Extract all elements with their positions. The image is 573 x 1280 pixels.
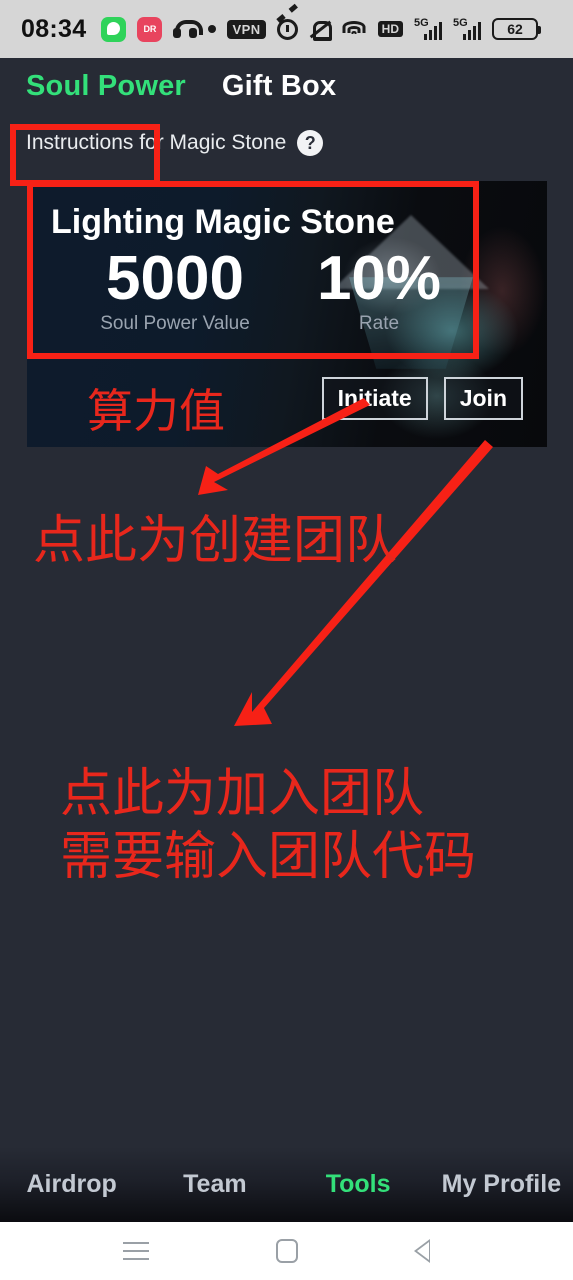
- battery-level-label: 62: [507, 21, 523, 37]
- dot-icon: [208, 25, 217, 33]
- annotation-text-join-team-line1: 点此为加入团队: [60, 764, 425, 824]
- phone-screen: 08:34 DR VPN HD 5G 5G 62 Soul Power Gift…: [0, 0, 573, 1280]
- hd-badge-icon: HD: [377, 21, 404, 37]
- alarm-icon: [276, 18, 298, 40]
- help-icon[interactable]: ?: [297, 130, 324, 156]
- wechat-icon: [101, 16, 127, 42]
- hd-badge-label: HD: [377, 21, 404, 37]
- tab-soul-power[interactable]: Soul Power: [26, 70, 186, 103]
- tab-gift-box[interactable]: Gift Box: [222, 70, 336, 103]
- wifi-icon: [342, 19, 367, 39]
- android-navigation-bar: [0, 1222, 573, 1280]
- nav-item-airdrop[interactable]: Airdrop: [0, 1170, 143, 1199]
- annotation-box-magic-stone-stats: [27, 181, 479, 359]
- red-app-icon: DR: [137, 16, 163, 42]
- home-icon[interactable]: [267, 1231, 307, 1271]
- annotation-text-create-team: 点此为创建团队: [33, 511, 398, 571]
- app-content: Soul Power Gift Box Instructions for Mag…: [0, 58, 573, 1222]
- top-tab-bar: Soul Power Gift Box: [26, 70, 336, 103]
- bell-muted-icon: [309, 18, 332, 41]
- join-button[interactable]: Join: [443, 377, 523, 420]
- status-bar-clock: 08:34: [20, 14, 87, 43]
- vpn-badge-icon: VPN: [227, 19, 266, 39]
- signal-icon-1: 5G: [414, 17, 443, 41]
- vpn-badge-label: VPN: [227, 19, 266, 39]
- nav-item-tools[interactable]: Tools: [287, 1170, 430, 1199]
- status-bar: 08:34 DR VPN HD 5G 5G 62: [0, 0, 573, 58]
- annotation-box-soul-power-tab: [10, 124, 160, 186]
- initiate-button[interactable]: Initiate: [321, 377, 428, 420]
- recents-icon[interactable]: [116, 1231, 156, 1271]
- signal-icon-2: 5G: [453, 17, 482, 41]
- nav-item-my-profile[interactable]: My Profile: [430, 1170, 573, 1199]
- nav-item-team[interactable]: Team: [143, 1170, 286, 1199]
- back-icon[interactable]: [414, 1231, 458, 1271]
- annotation-soul-power-chinese: 算力值: [87, 384, 225, 438]
- annotation-text-join-team-line2: 需要输入团队代码: [60, 827, 477, 888]
- battery-icon: 62: [492, 18, 542, 40]
- card-action-buttons: Initiate Join: [321, 377, 523, 420]
- bottom-navigation-bar: Airdrop Team Tools My Profile: [0, 1147, 573, 1222]
- headset-icon: [173, 19, 204, 39]
- annotation-text-join-team: 点此为加入团队 需要输入团队代码: [60, 763, 476, 890]
